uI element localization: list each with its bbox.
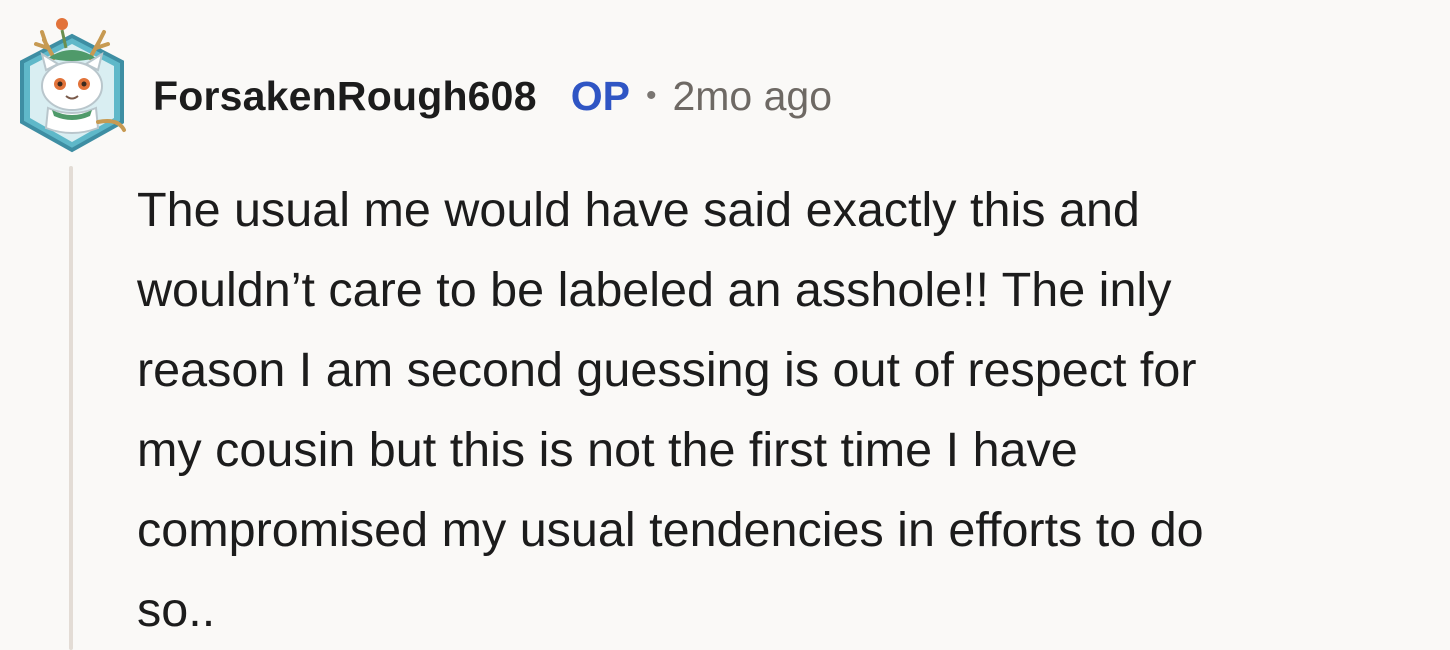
comment: ForsakenRough608 OP • 2mo ago The usual … xyxy=(0,0,1450,650)
op-badge: OP xyxy=(570,72,630,119)
timestamp[interactable]: 2mo ago xyxy=(672,73,832,120)
thread-line[interactable] xyxy=(69,166,73,650)
comment-meta: ForsakenRough608 OP • 2mo ago xyxy=(153,64,832,128)
avatar[interactable] xyxy=(14,14,130,158)
snow-leopard-antler-avatar-icon xyxy=(20,18,126,153)
meta-separator: • xyxy=(645,79,657,112)
comment-body: The usual me would have said exactly thi… xyxy=(137,183,1204,637)
username[interactable]: ForsakenRough608 xyxy=(153,73,537,120)
